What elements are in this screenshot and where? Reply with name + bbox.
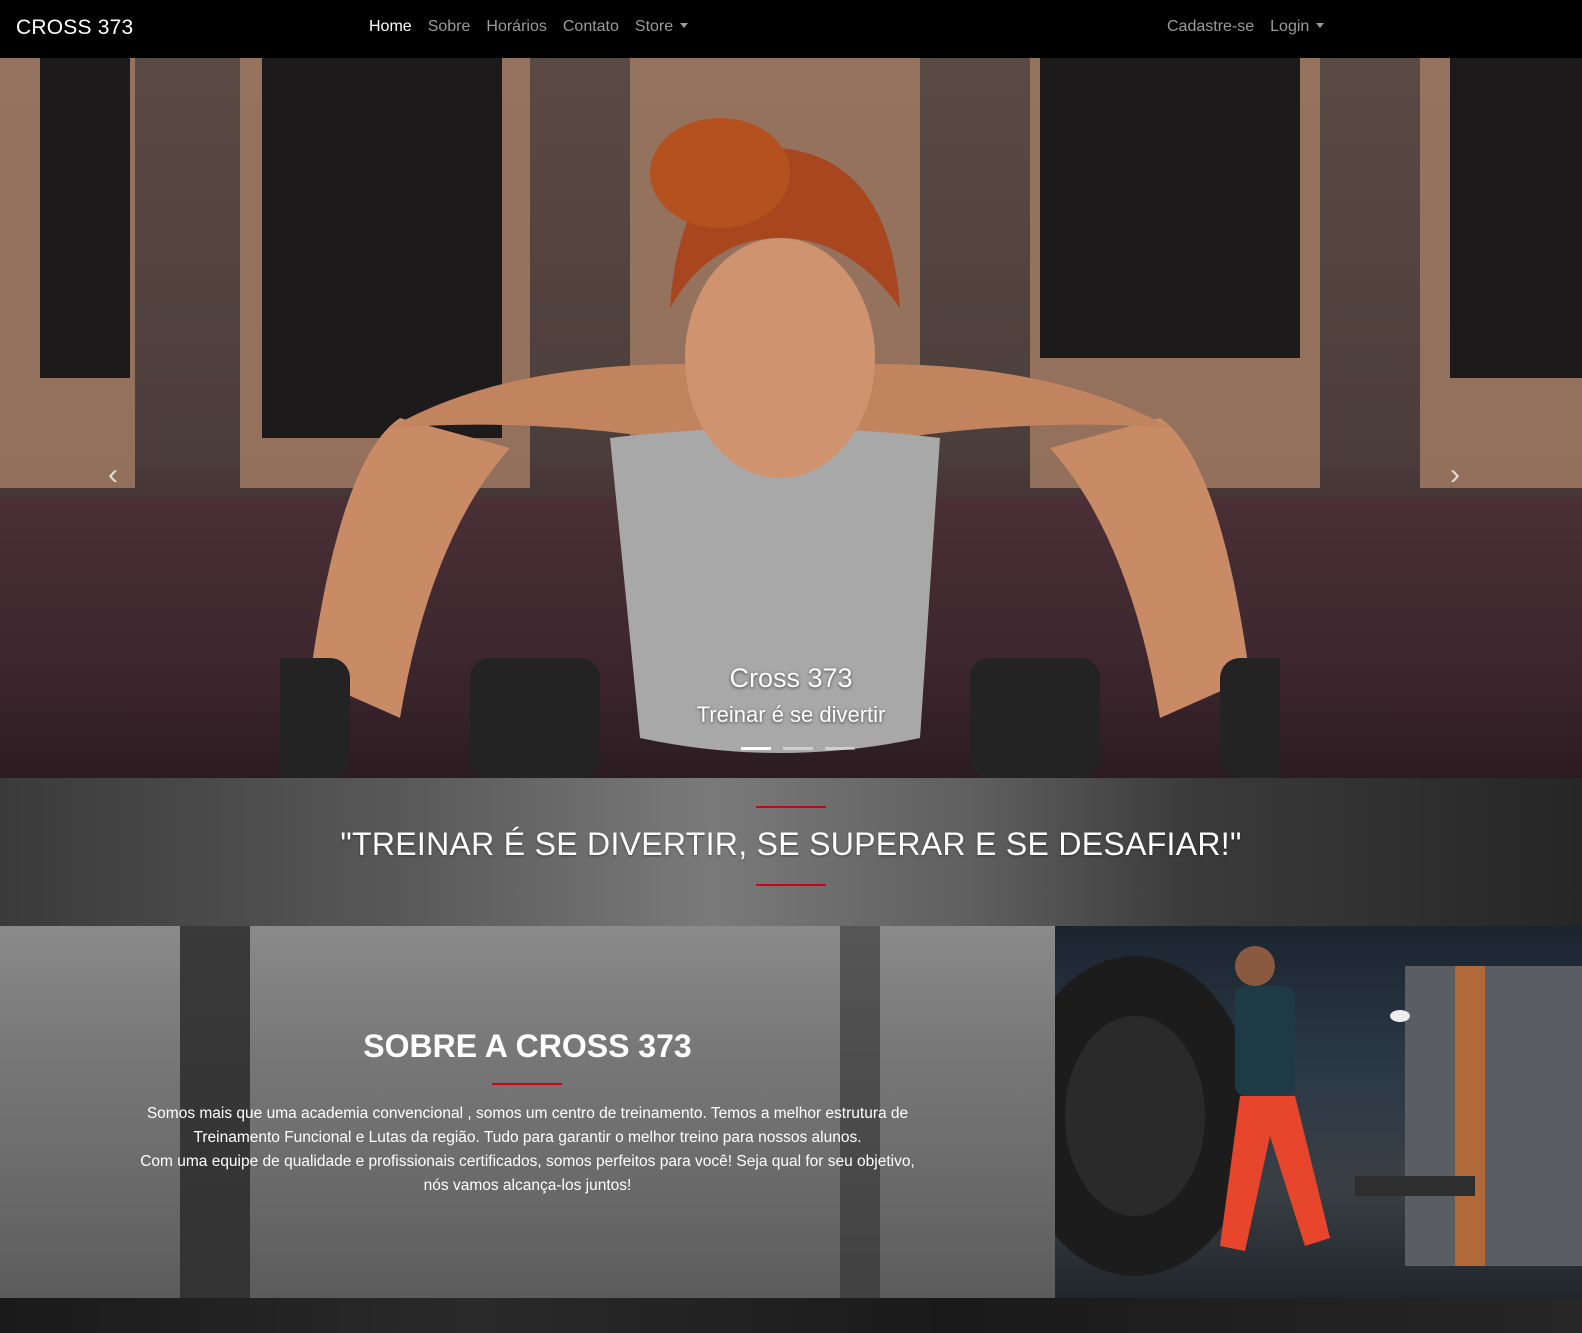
carousel-indicator-2[interactable] (783, 747, 813, 750)
caption-title: Cross 373 (729, 663, 853, 693)
nav-sobre[interactable]: Sobre (428, 18, 471, 36)
caret-down-icon (1316, 23, 1325, 28)
quote-section: "TREINAR É SE DIVERTIR, SE SUPERAR E SE … (0, 778, 1582, 926)
carousel-indicators (741, 747, 855, 750)
about-description: Somos mais que uma academia convencional… (100, 1102, 955, 1198)
nav-contato[interactable]: Contato (563, 18, 619, 36)
about-line: Treinamento Funcional e Lutas da região.… (193, 1129, 862, 1146)
main-nav: Home Sobre Horários Contato Store (369, 18, 689, 36)
hero-carousel: ‹ › Cross 373 Treinar é se divertir (0, 58, 1582, 778)
carousel-prev-control[interactable]: ‹ (108, 458, 118, 492)
about-line: Somos mais que uma academia convencional… (146, 1105, 909, 1122)
account-nav: Cadastre-se Login (1167, 18, 1325, 36)
about-title: SOBRE A CROSS 373 (363, 1028, 692, 1064)
nav-store-dropdown[interactable]: Store (634, 18, 689, 36)
carousel-indicator-3[interactable] (825, 747, 855, 750)
carousel-next-control[interactable]: › (1450, 458, 1460, 492)
about-line: Com uma equipe de qualidade e profission… (140, 1153, 915, 1170)
about-divider (492, 1083, 562, 1085)
nav-store-label: Store (634, 18, 674, 35)
brand-logo[interactable]: CROSS 373 (16, 16, 133, 40)
tire-flip-illustration (1055, 946, 1582, 1276)
carousel-caption: Cross 373 Treinar é se divertir (0, 663, 1582, 728)
nav-login-label: Login (1270, 18, 1310, 35)
nav-horarios[interactable]: Horários (486, 18, 546, 36)
nav-cadastre-se[interactable]: Cadastre-se (1167, 18, 1254, 36)
quote-top-divider (756, 806, 826, 808)
quote-text: "TREINAR É SE DIVERTIR, SE SUPERAR E SE … (340, 826, 1242, 862)
about-line: nós vamos alcança-los juntos! (423, 1177, 632, 1194)
wall-letter (1450, 58, 1582, 378)
caret-down-icon (680, 23, 689, 28)
navbar: CROSS 373 Home Sobre Horários Contato St… (0, 0, 1582, 58)
nav-login-dropdown[interactable]: Login (1270, 18, 1325, 36)
caption-text: Treinar é se divertir (696, 702, 886, 727)
wall-letter (40, 58, 130, 378)
about-athlete-image (1055, 926, 1582, 1298)
next-section-edge (0, 1298, 1582, 1333)
carousel-indicator-1[interactable] (741, 747, 771, 750)
quote-bottom-divider (756, 884, 826, 886)
nav-home[interactable]: Home (369, 18, 412, 36)
